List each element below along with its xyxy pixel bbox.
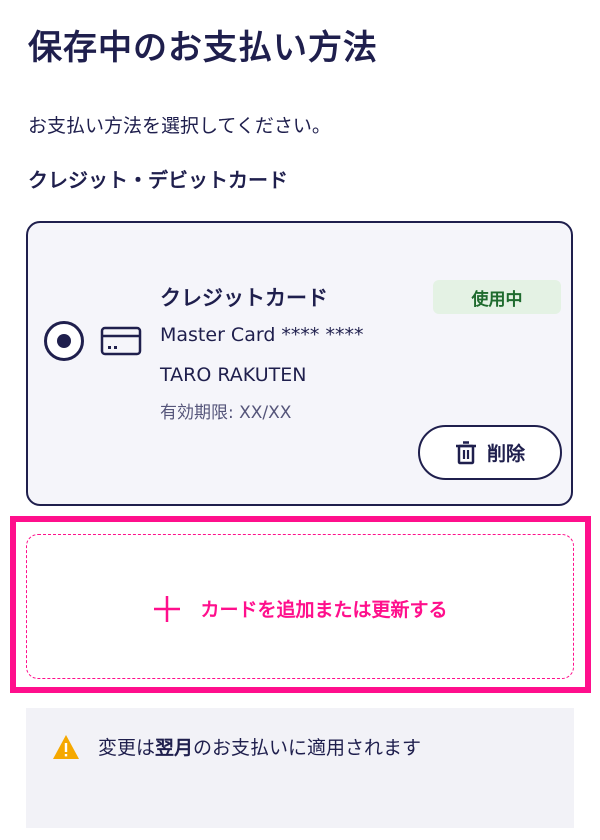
notice-box: 変更は翌月のお支払いに適用されます [26, 708, 574, 828]
plus-icon [154, 595, 181, 622]
card-name: クレジットカード [160, 286, 328, 310]
add-card-label: カードを追加または更新する [200, 599, 448, 621]
card-holder: TARO RAKUTEN [160, 364, 307, 386]
card-radio-button[interactable] [44, 321, 84, 361]
trash-icon [455, 440, 476, 464]
page-title: 保存中のお支払い方法 [28, 28, 378, 68]
payment-methods-page: 保存中のお支払い方法 お支払い方法を選択してください。 クレジット・デビットカー… [0, 0, 600, 840]
card-brand-masked: Master Card **** **** [160, 324, 364, 346]
status-badge: 使用中 [433, 280, 561, 314]
notice-text: 変更は翌月のお支払いに適用されます [98, 737, 422, 759]
section-heading: クレジット・デビットカード [28, 168, 288, 192]
delete-button[interactable]: 削除 [418, 425, 562, 480]
notice-emphasis: 翌月 [155, 737, 194, 759]
instruction-text: お支払い方法を選択してください。 [28, 115, 331, 137]
credit-card-icon [100, 326, 142, 356]
warning-icon [53, 734, 79, 759]
add-card-button[interactable]: カードを追加または更新する [26, 534, 574, 679]
card-expiry: 有効期限: XX/XX [160, 403, 292, 423]
delete-button-label: 削除 [486, 443, 525, 465]
radio-selected-dot [57, 334, 71, 348]
